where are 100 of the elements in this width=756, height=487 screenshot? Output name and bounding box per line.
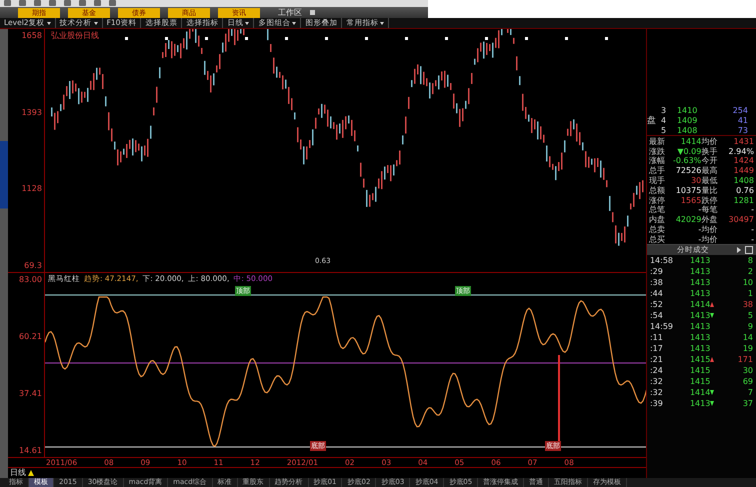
trade-time: :54 xyxy=(650,311,664,320)
order-volume: 254 xyxy=(732,106,749,116)
marker-icon xyxy=(564,37,568,40)
chart-title: 弘业股份日线 xyxy=(50,30,99,41)
quote-label: 涨跌 xyxy=(648,146,666,156)
toolbar-icon[interactable] xyxy=(94,0,101,6)
trade-time: :21 xyxy=(650,355,664,364)
marker-icon xyxy=(164,37,168,40)
window-icon[interactable] xyxy=(745,246,753,254)
toolbar-icon[interactable] xyxy=(64,0,71,6)
workspace-label[interactable]: 工作区 xyxy=(278,7,302,18)
axis-label: 14.61 xyxy=(19,446,42,455)
trade-price: 1413 xyxy=(690,278,710,288)
quote-label: 均价 xyxy=(702,136,719,147)
quote-value: - xyxy=(697,224,702,234)
trade-time: :11 xyxy=(650,333,664,342)
quote-value: 72526 xyxy=(674,166,702,176)
trade-price: 1413 xyxy=(690,311,710,320)
quote-label: 现手 xyxy=(648,174,666,186)
quote-value: 1431 xyxy=(732,136,754,146)
quote-label: 跌停 xyxy=(702,194,719,206)
quote-label: 最高 xyxy=(702,165,719,176)
quote-label: 均价 xyxy=(702,234,719,245)
trade-price: 1413 xyxy=(690,256,710,266)
trade-volume: 1 xyxy=(746,289,753,298)
trade-price: 1415 xyxy=(690,355,710,364)
quote-label: 每笔 xyxy=(702,204,719,216)
quote-label: 外盘 xyxy=(702,214,719,226)
order-price: 1410 xyxy=(676,106,698,116)
quote-value: - xyxy=(750,205,754,214)
trade-time: :39 xyxy=(650,399,664,408)
marker-icon xyxy=(244,37,248,40)
trade-volume: 10 xyxy=(742,278,753,288)
trade-price: 1413 xyxy=(690,344,710,354)
trade-volume: 8 xyxy=(746,256,753,266)
axis-label: 60.21 xyxy=(19,332,42,341)
axis-label: 1128 xyxy=(22,184,42,194)
trade-price: 1413 xyxy=(690,267,710,276)
quote-value: - xyxy=(750,234,754,244)
quote-label: 总买 xyxy=(648,234,666,245)
axis-label: 69.3 xyxy=(24,260,42,270)
trade-volume: 5 xyxy=(746,311,753,320)
quote-value: 2.94% xyxy=(728,146,754,156)
trade-price: 1413 xyxy=(690,333,710,342)
period-label[interactable]: 日线 xyxy=(10,467,26,478)
quote-value: - xyxy=(697,205,702,214)
trade-volume: 19 xyxy=(742,344,753,354)
play-icon[interactable] xyxy=(737,247,741,254)
trade-volume: 9 xyxy=(746,322,753,332)
order-level: 4 xyxy=(660,116,668,126)
trade-volume: 30 xyxy=(742,366,753,376)
quote-label: 涨幅 xyxy=(648,155,666,166)
trade-time: :32 xyxy=(650,388,664,398)
quote-value: 1414 xyxy=(680,136,702,146)
marker-icon xyxy=(604,37,608,40)
marker-icon xyxy=(324,37,328,40)
trade-volume: 38 xyxy=(742,300,753,310)
toolbar-icon[interactable] xyxy=(4,0,11,6)
order-book-label: 盘 xyxy=(646,114,657,128)
quote-label: 今开 xyxy=(702,156,719,166)
quote-value: 1408 xyxy=(732,176,754,185)
trade-time: :29 xyxy=(650,267,664,276)
marker-icon xyxy=(364,37,368,40)
toolbar-icon[interactable] xyxy=(19,0,26,6)
trade-time: :38 xyxy=(650,278,664,288)
toolbar-icon[interactable] xyxy=(109,0,116,6)
quote-label: 换手 xyxy=(702,146,719,156)
marker-icon xyxy=(404,37,408,40)
axis-label: 1393 xyxy=(22,108,42,117)
trade-time: :24 xyxy=(650,366,664,376)
trade-price: 1415 xyxy=(690,366,710,376)
order-volume: 41 xyxy=(736,116,749,126)
trade-time: :52 xyxy=(650,300,664,310)
toolbar-icon[interactable] xyxy=(49,0,56,6)
quote-label: 总手 xyxy=(648,165,666,176)
trade-time: :17 xyxy=(650,344,664,354)
trade-price: 1414 xyxy=(690,300,710,310)
trade-price: 1413 xyxy=(690,399,710,408)
trade-price: 1414 xyxy=(690,388,710,398)
trade-time: :44 xyxy=(650,289,664,298)
trade-time: 14:59 xyxy=(650,322,674,332)
quote-value: 1281 xyxy=(732,196,754,205)
order-level: 3 xyxy=(660,106,668,116)
trade-volume: 14 xyxy=(742,333,753,342)
toolbar-icon[interactable] xyxy=(79,0,86,6)
quote-label: 均价 xyxy=(702,224,719,235)
quote-value: 1424 xyxy=(732,156,754,166)
marker-icon xyxy=(484,37,488,40)
quote-label: 量比 xyxy=(702,184,719,196)
marker-icon xyxy=(284,37,288,40)
quote-label: 总卖 xyxy=(648,224,666,235)
quote-value: - xyxy=(697,234,702,244)
order-price: 1409 xyxy=(676,116,698,126)
quote-label: 总额 xyxy=(648,184,666,196)
quote-value: -0.63% xyxy=(672,156,702,166)
order-volume: 73 xyxy=(736,126,749,135)
toolbar-icon[interactable] xyxy=(34,0,41,6)
quote-value: 1449 xyxy=(732,166,754,176)
trade-volume: 171 xyxy=(736,355,753,364)
trade-time: :32 xyxy=(650,377,664,386)
